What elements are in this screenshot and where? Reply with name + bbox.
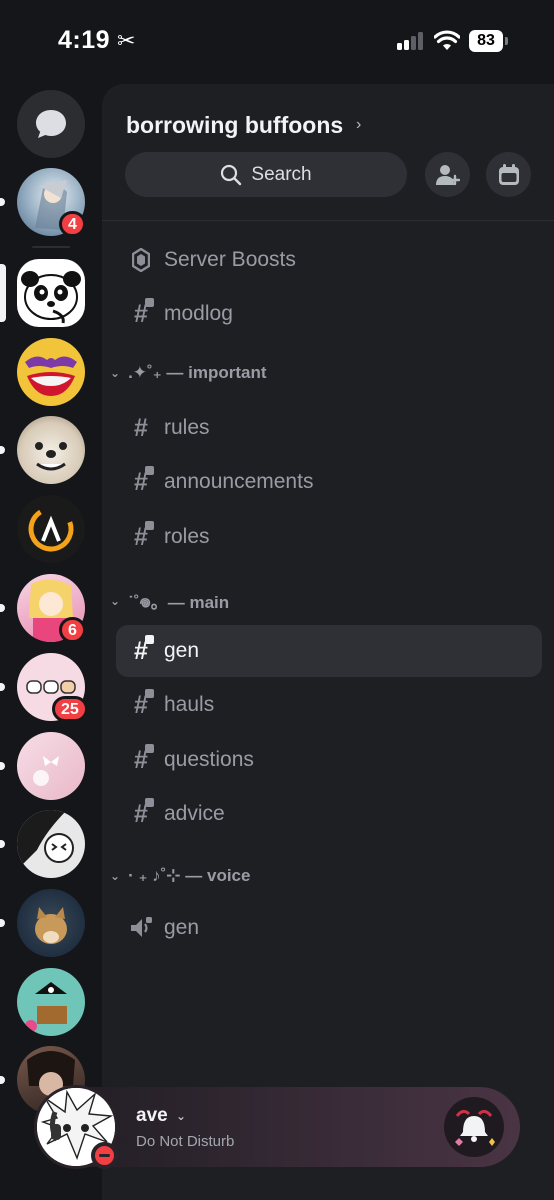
chevron-down-icon[interactable]: ⌄ (176, 1109, 186, 1123)
channel-label: rules (164, 416, 210, 439)
server-icon[interactable] (17, 732, 85, 800)
channel-hauls[interactable]: # hauls (116, 679, 542, 731)
channel-server-boosts[interactable]: Server Boosts (116, 234, 542, 286)
text-channel-icon: # (134, 414, 148, 442)
channel-label: advice (164, 802, 225, 825)
category-main[interactable]: ⌄ ˙˚𖦹。— main (110, 588, 229, 613)
channel-announcements[interactable]: # announcements (116, 456, 542, 508)
channel-panel: borrowing buffoons › Search Server Boost… (102, 84, 554, 1200)
mention-badge: 25 (52, 696, 88, 722)
battery-icon: 83 (469, 30, 509, 52)
unread-indicator (0, 604, 5, 612)
channel-questions[interactable]: # questions (116, 734, 542, 786)
channel-label: hauls (164, 693, 215, 716)
channel-modlog[interactable]: # modlog (116, 288, 542, 340)
add-member-icon (435, 164, 460, 185)
channel-advice[interactable]: # advice (116, 788, 542, 840)
unread-indicator (0, 198, 5, 206)
unread-indicator (0, 762, 5, 770)
user-status: Do Not Disturb (136, 1133, 235, 1150)
chat-bubble-icon (36, 110, 66, 138)
chevron-down-icon: ⌄ (110, 593, 121, 608)
channel-label: announcements (164, 470, 314, 493)
search-icon (221, 164, 242, 185)
direct-messages-button[interactable] (17, 90, 85, 158)
category-label: · ₊ ♪˚⊹ — voice (128, 866, 251, 885)
chevron-down-icon: ⌄ (110, 869, 121, 883)
locked-text-channel-icon: # (134, 689, 154, 718)
channel-voice-gen[interactable]: gen (116, 902, 542, 954)
battery-level: 83 (469, 30, 503, 52)
cellular-signal-icon (397, 32, 425, 50)
server-icon-selected[interactable] (17, 259, 85, 327)
server-icon[interactable] (17, 416, 85, 484)
boost-gem-icon (132, 248, 150, 272)
unread-indicator (0, 446, 5, 454)
category-label: .✦˚₊ — important (128, 363, 267, 382)
unread-indicator (0, 840, 5, 848)
search-button[interactable]: Search (125, 152, 407, 197)
calendar-icon (498, 163, 519, 185)
category-voice[interactable]: ⌄ · ₊ ♪˚⊹ — voice (110, 866, 250, 886)
locked-text-channel-icon: # (134, 744, 154, 773)
status-bar: 4:19 ✂ 83 (0, 0, 554, 84)
category-label: ˙˚𖦹。— main (128, 593, 230, 612)
locked-voice-channel-icon (131, 917, 152, 937)
rail-divider (32, 246, 70, 248)
chevron-down-icon: ⌄ (110, 366, 121, 380)
server-rail: 4 6 25 (0, 84, 102, 1200)
channel-label: roles (164, 525, 210, 548)
server-icon[interactable] (17, 495, 85, 563)
locked-text-channel-icon: # (134, 466, 154, 495)
category-important[interactable]: ⌄ .✦˚₊ — important (110, 363, 267, 383)
server-icon[interactable] (17, 889, 85, 957)
channel-label: Server Boosts (164, 248, 296, 271)
locked-text-channel-icon: # (134, 798, 154, 827)
dnd-status-icon (91, 1142, 118, 1169)
search-label: Search (251, 163, 312, 185)
invite-members-button[interactable] (425, 152, 470, 197)
channel-label: gen (164, 916, 200, 939)
locked-text-channel-icon: # (134, 521, 154, 550)
chevron-right-icon[interactable]: › (356, 116, 361, 134)
selected-server-indicator (0, 264, 6, 322)
wifi-icon (434, 30, 460, 50)
user-panel[interactable]: ave ⌄ Do Not Disturb (34, 1085, 520, 1169)
channel-label: questions (164, 748, 254, 771)
mention-badge: 4 (59, 211, 86, 237)
mention-badge: 6 (59, 617, 86, 643)
channel-rules[interactable]: # rules (116, 402, 542, 454)
unread-indicator (0, 1076, 5, 1084)
locked-text-channel-icon: # (134, 298, 154, 327)
server-name[interactable]: borrowing buffoons (126, 112, 343, 139)
server-icon[interactable] (17, 338, 85, 406)
notification-bell-icon[interactable] (444, 1097, 504, 1157)
header-divider (102, 220, 554, 221)
locked-text-channel-icon: # (134, 635, 154, 664)
unread-indicator (0, 919, 5, 927)
channel-label: gen (164, 639, 200, 662)
username[interactable]: ave (136, 1105, 168, 1127)
status-time: 4:19 (58, 26, 111, 54)
server-icon[interactable] (17, 810, 85, 878)
unread-indicator (0, 683, 5, 691)
server-icon[interactable] (17, 968, 85, 1036)
scissors-icon: ✂ (117, 28, 136, 53)
channel-roles[interactable]: # roles (116, 511, 542, 563)
channel-label: modlog (164, 302, 233, 325)
events-button[interactable] (486, 152, 531, 197)
channel-gen-active[interactable]: # gen (116, 625, 542, 677)
